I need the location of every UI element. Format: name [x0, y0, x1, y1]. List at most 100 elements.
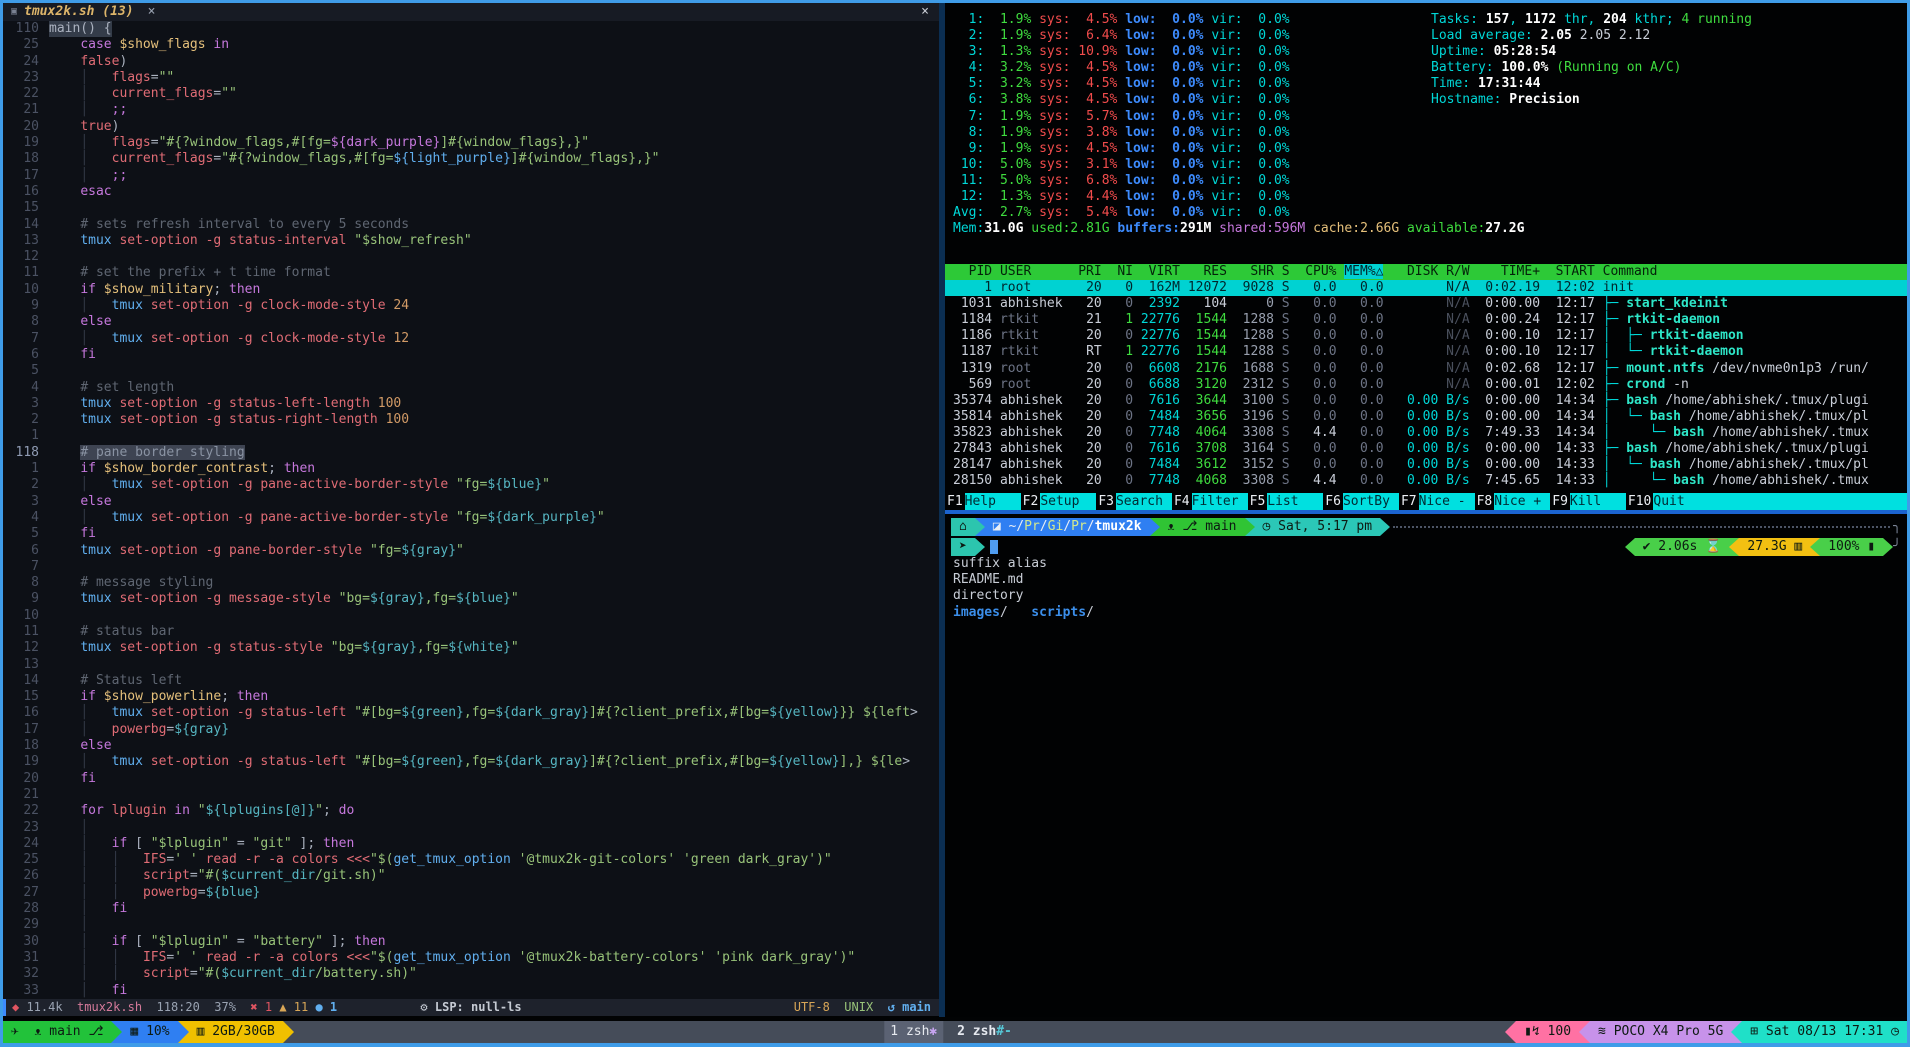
editor-line[interactable]: 4 # set length — [3, 380, 939, 396]
tab-title[interactable]: tmux2k.sh (13) — [24, 4, 134, 20]
editor-line[interactable]: 9 tmux set-option -g message-style "bg=$… — [3, 591, 939, 607]
editor-line[interactable]: 16 esac — [3, 184, 939, 200]
editor-line[interactable]: 7 — [3, 559, 939, 575]
panel-close-icon[interactable]: × — [921, 4, 929, 20]
editor-line[interactable]: 16 │ tmux set-option -g status-left "#[b… — [3, 705, 939, 721]
editor-line[interactable]: 31 │ │ IFS=' ' read -r -a colors <<<"$(g… — [3, 950, 939, 966]
editor-line[interactable]: 11 # status bar — [3, 624, 939, 640]
editor-line[interactable]: 23 │ flags="" — [3, 70, 939, 86]
editor-line[interactable]: 2 │ tmux set-option -g pane-active-borde… — [3, 477, 939, 493]
fkey-number[interactable]: F4 — [1172, 493, 1192, 510]
editor-line[interactable]: 30 │ if [ "$lplugin" = "battery" ]; then — [3, 934, 939, 950]
fkey-number[interactable]: F5 — [1248, 493, 1268, 510]
fkey-list[interactable]: List — [1267, 493, 1323, 510]
editor-line[interactable]: 13 — [3, 657, 939, 673]
editor-line[interactable]: 33 │ fi — [3, 983, 939, 999]
editor-line[interactable]: 4 │ tmux set-option -g pane-active-borde… — [3, 510, 939, 526]
editor-line[interactable]: 21 — [3, 787, 939, 803]
editor-line[interactable]: 10 — [3, 608, 939, 624]
fkey-kill[interactable]: Kill — [1570, 493, 1626, 510]
editor-line[interactable]: 18 │ current_flags="#{?window_flags,#[fg… — [3, 151, 939, 167]
fkey-nice[interactable]: Nice + — [1494, 493, 1550, 510]
editor-line[interactable]: 2 tmux set-option -g status-right-length… — [3, 412, 939, 428]
editor-line[interactable]: 5 — [3, 363, 939, 379]
editor-line[interactable]: 13 tmux set-option -g status-interval "$… — [3, 233, 939, 249]
editor-line[interactable]: 14 # Status left — [3, 673, 939, 689]
editor-line[interactable]: 18 else — [3, 738, 939, 754]
fkey-number[interactable]: F10 — [1626, 493, 1653, 510]
process-row[interactable]: 35823 abhishek 20 0 7748 4064 3308 S 4.4… — [945, 425, 1907, 441]
editor-line[interactable]: 20 fi — [3, 771, 939, 787]
editor-line[interactable]: 110main() { — [3, 21, 939, 37]
window-tab-2-zsh[interactable]: 2 zsh#- — [951, 1021, 1018, 1043]
terminal-cursor[interactable] — [990, 540, 998, 554]
editor-line[interactable]: 32 │ │ script="#($current_dir/battery.sh… — [3, 966, 939, 982]
process-row[interactable]: 1184 rtkit 21 1 22776 1544 1288 S 0.0 0.… — [945, 312, 1907, 328]
editor-line[interactable]: 23 │ — [3, 820, 939, 836]
editor-line[interactable]: 29 │ — [3, 917, 939, 933]
fkey-number[interactable]: F2 — [1021, 493, 1041, 510]
editor-line[interactable]: 9 │ tmux set-option -g clock-mode-style … — [3, 298, 939, 314]
editor-line[interactable]: 22 │ current_flags="" — [3, 86, 939, 102]
fkey-filter[interactable]: Filter — [1192, 493, 1248, 510]
fkey-search[interactable]: Search — [1116, 493, 1172, 510]
editor-line[interactable]: 5 fi — [3, 526, 939, 542]
fkey-nice[interactable]: Nice - — [1419, 493, 1475, 510]
editor-line[interactable]: 8 # message styling — [3, 575, 939, 591]
terminal-pane[interactable]: ⌂◪ ~/Pr/Gi/Pr/tmux2kᴥ ⎇ main◷ Sat, 5:17 … — [945, 514, 1907, 1017]
editor-line[interactable]: 12 tmux set-option -g status-style "bg=$… — [3, 640, 939, 656]
process-row[interactable]: 1 root 20 0 162M 12072 9028 S 0.0 0.0 N/… — [945, 280, 1907, 296]
editor-line[interactable]: 1 if $show_border_contrast; then — [3, 461, 939, 477]
editor-line[interactable]: 10 if $show_military; then — [3, 282, 939, 298]
process-row[interactable]: 28150 abhishek 20 0 7748 4068 3308 S 4.4… — [945, 473, 1907, 489]
process-row[interactable]: 569 root 20 0 6688 3120 2312 S 0.0 0.0 N… — [945, 377, 1907, 393]
editor-line[interactable]: 12 — [3, 249, 939, 265]
fkey-sortby[interactable]: SortBy — [1343, 493, 1399, 510]
htop-pane[interactable]: 1: 1.9% sys: 4.5% low: 0.0% vir: 0.0% 2:… — [945, 3, 1907, 510]
fkey-setup[interactable]: Setup — [1040, 493, 1096, 510]
fkey-number[interactable]: F7 — [1399, 493, 1419, 510]
process-table-header[interactable]: PID USER PRI NI VIRT RES SHR S CPU% MEM%… — [945, 264, 1907, 280]
fkey-number[interactable]: F3 — [1096, 493, 1116, 510]
editor-line[interactable]: 3 else — [3, 494, 939, 510]
fkey-help[interactable]: Help — [965, 493, 1021, 510]
editor-line[interactable]: 15 if $show_powerline; then — [3, 689, 939, 705]
process-row[interactable]: 35814 abhishek 20 0 7484 3656 3196 S 0.0… — [945, 409, 1907, 425]
editor-line[interactable]: 26 │ │ script="#($current_dir/git.sh)" — [3, 868, 939, 884]
prompt-rocket-icon[interactable]: ➤ — [951, 538, 975, 556]
editor-line[interactable]: 11 # set the prefix + t time format — [3, 265, 939, 281]
editor-line[interactable]: 24 false) — [3, 54, 939, 70]
process-row[interactable]: 1319 root 20 0 6608 2176 1688 S 0.0 0.0 … — [945, 361, 1907, 377]
fkey-number[interactable]: F1 — [945, 493, 965, 510]
tab-close-icon[interactable]: × — [148, 4, 156, 20]
editor-line[interactable]: 118 # pane border styling — [3, 445, 939, 461]
editor-line[interactable]: 21 │ ;; — [3, 102, 939, 118]
editor-line[interactable]: 6 fi — [3, 347, 939, 363]
process-row[interactable]: 28147 abhishek 20 0 7484 3612 3152 S 0.0… — [945, 457, 1907, 473]
editor-line[interactable]: 15 — [3, 200, 939, 216]
editor-line[interactable]: 24 │ if [ "$lplugin" = "git" ]; then — [3, 836, 939, 852]
editor-line[interactable]: 7 │ tmux set-option -g clock-mode-style … — [3, 331, 939, 347]
fkey-quit[interactable]: Quit — [1653, 493, 1709, 510]
process-row[interactable]: 1186 rtkit 20 0 22776 1544 1288 S 0.0 0.… — [945, 328, 1907, 344]
editor-line[interactable]: 28 │ fi — [3, 901, 939, 917]
fkey-number[interactable]: F8 — [1475, 493, 1495, 510]
editor-line[interactable]: 14 # sets refresh interval to every 5 se… — [3, 217, 939, 233]
process-row[interactable]: 1187 rtkit RT 1 22776 1544 1288 S 0.0 0.… — [945, 344, 1907, 360]
window-tab-1-zsh[interactable]: 1 zsh✱ — [884, 1021, 943, 1043]
neovim-pane[interactable]: ▣ tmux2k.sh (13) × × 110main() {25 case … — [3, 3, 939, 1016]
editor-line[interactable]: 3 tmux set-option -g status-left-length … — [3, 396, 939, 412]
editor-line[interactable]: 19 │ tmux set-option -g status-left "#[b… — [3, 754, 939, 770]
editor-line[interactable]: 20 true) — [3, 119, 939, 135]
editor-line[interactable]: 27 │ │ powerbg=${blue} — [3, 885, 939, 901]
process-row[interactable]: 35374 abhishek 20 0 7616 3644 3100 S 0.0… — [945, 393, 1907, 409]
editor-line[interactable]: 19 │ flags="#{?window_flags,#[fg=${dark_… — [3, 135, 939, 151]
editor-line[interactable]: 17 │ ;; — [3, 168, 939, 184]
editor-line[interactable]: 17 │ powerbg=${gray} — [3, 722, 939, 738]
editor-line[interactable]: 25 │ │ IFS=' ' read -r -a colors <<<"$(g… — [3, 852, 939, 868]
editor-line[interactable]: 1 — [3, 428, 939, 444]
editor-buffer[interactable]: 110main() {25 case $show_flags in24 fals… — [3, 21, 939, 999]
editor-line[interactable]: 6 tmux set-option -g pane-border-style "… — [3, 543, 939, 559]
editor-line[interactable]: 22 for lplugin in "${lplugins[@]}"; do — [3, 803, 939, 819]
editor-line[interactable]: 25 case $show_flags in — [3, 37, 939, 53]
